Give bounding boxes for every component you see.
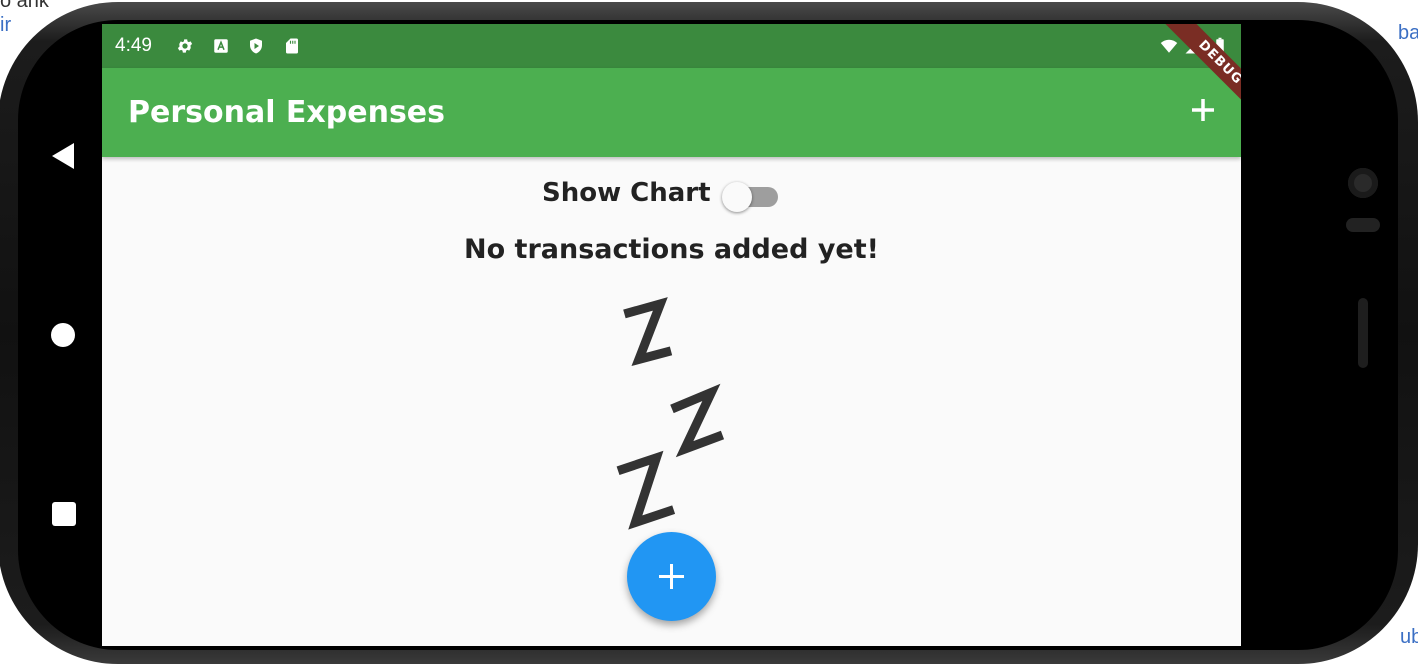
back-icon[interactable] [52,143,74,169]
background-link-fragment: ba [1398,22,1418,44]
plus-icon [659,564,684,589]
sleeping-zzz-icon [616,297,725,530]
recents-icon[interactable] [52,502,76,526]
app-screen: 4:49 Personal Expenses DEBUG Show Chart … [102,24,1241,646]
background-link-fragment: ub [1400,626,1418,648]
app-bar: Personal Expenses [102,68,1241,157]
earpiece-speaker [1358,298,1368,368]
play-shield-icon [250,38,262,54]
sd-card-icon [286,38,298,54]
gear-icon [177,39,193,53]
status-time: 4:49 [115,35,152,56]
proximity-sensor [1346,218,1380,232]
add-fab-button[interactable] [627,532,716,621]
keyboard-a-icon [214,39,228,53]
app-title: Personal Expenses [128,95,446,130]
switch-thumb [722,182,752,212]
add-transaction-button[interactable] [1187,94,1219,126]
show-chart-label: Show Chart [542,178,711,208]
wifi-icon [1160,39,1178,53]
empty-state-message: No transactions added yet! [464,234,879,265]
status-bar: 4:49 [102,24,1241,68]
show-chart-switch[interactable] [722,182,780,212]
background-fragment-top: o ank [0,0,49,12]
home-icon[interactable] [51,323,75,347]
front-camera [1348,168,1378,198]
background-link-fragment: ir [0,14,12,36]
